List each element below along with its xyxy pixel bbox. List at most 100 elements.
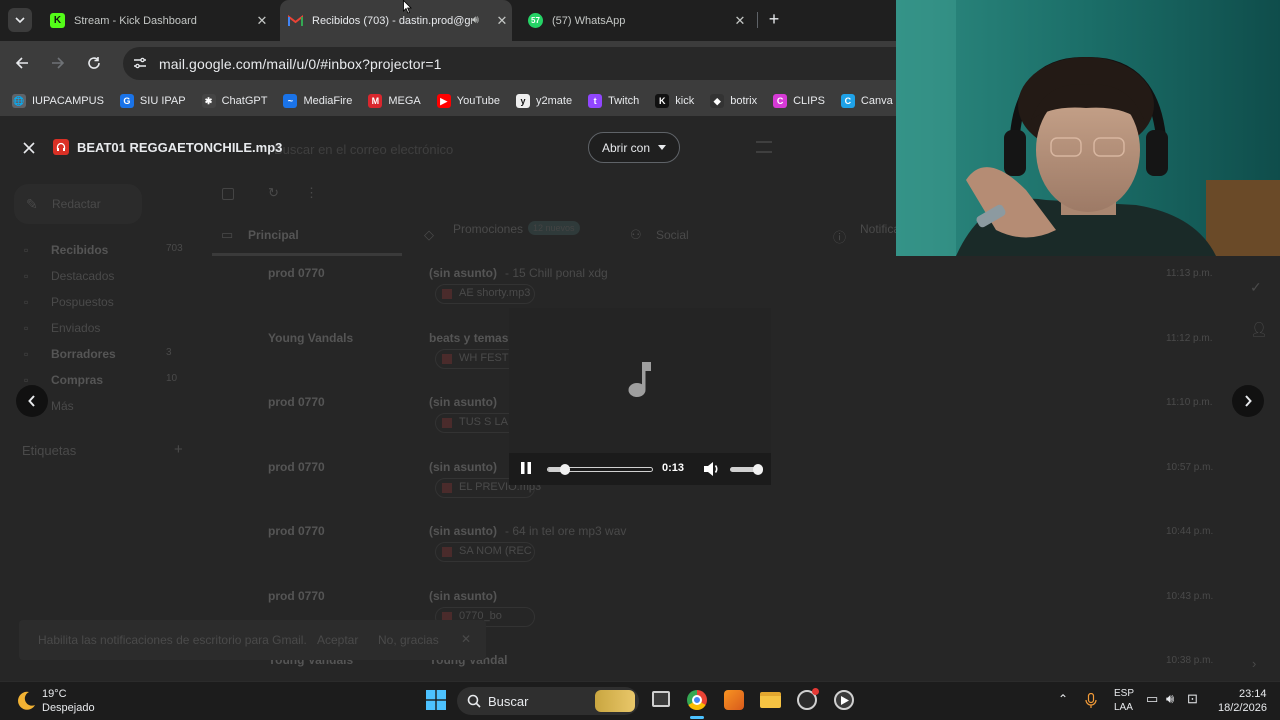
network-icon[interactable]: ▭ xyxy=(1146,691,1158,707)
tab-principal: Principal xyxy=(248,228,299,242)
sidebar-item: ▫ Recibidos 703 xyxy=(0,240,190,262)
next-file-button[interactable] xyxy=(1232,385,1264,417)
search-highlight-icon xyxy=(595,690,635,712)
forward-button[interactable] xyxy=(46,51,70,75)
bookmark-y2mate[interactable]: y y2mate xyxy=(515,94,573,108)
close-tab-icon[interactable]: ✕ xyxy=(730,13,750,29)
file-name: BEAT01 REGGAETONCHILE.mp3 xyxy=(77,140,283,155)
promo-badge: 12 nuevos xyxy=(528,221,580,235)
bookmark-siu-ipap[interactable]: G SIU IPAP xyxy=(119,94,186,108)
fl-studio-icon[interactable] xyxy=(724,690,744,710)
labels-heading: Etiquetas xyxy=(22,443,77,458)
speaker-icon[interactable]: 🔊︎ xyxy=(472,14,492,27)
volume-button[interactable] xyxy=(703,461,721,482)
attachment-icon xyxy=(442,418,452,428)
chevron-right-icon xyxy=(1245,395,1252,407)
bookmark-canva[interactable]: C Canva xyxy=(840,94,893,108)
attachment-icon xyxy=(442,547,452,557)
open-with-button[interactable]: Abrir con xyxy=(588,132,680,163)
battery-icon[interactable]: ⊡ xyxy=(1187,691,1198,707)
bookmark-label: y2mate xyxy=(535,95,573,107)
previous-file-button[interactable] xyxy=(16,385,48,417)
tab-kick-dashboard[interactable]: K Stream - Kick Dashboard ✕ xyxy=(42,6,272,35)
close-viewer-button[interactable] xyxy=(18,137,40,159)
row-subject: (sin asunto) xyxy=(429,588,497,603)
bookmark-favicon-icon: 🌐 xyxy=(12,94,26,108)
bookmark-label: SIU IPAP xyxy=(139,95,186,107)
obs-icon[interactable] xyxy=(797,688,819,710)
file-explorer-icon[interactable] xyxy=(760,692,781,708)
back-button[interactable] xyxy=(10,51,34,75)
bookmark-label: IUPACAMPUS xyxy=(32,95,104,107)
show-hidden-icons[interactable]: ⌃ xyxy=(1058,692,1068,706)
row-time: 11:12 p.m. xyxy=(1166,332,1213,344)
weather-temp[interactable]: 19°C xyxy=(42,688,67,700)
bookmark-mega[interactable]: M MEGA xyxy=(368,94,421,108)
bookmark-botrix[interactable]: ◆ botrix xyxy=(710,94,757,108)
tab-gmail-inbox[interactable]: Recibidos (703) - dastin.prod@gm 🔊︎ ✕ xyxy=(280,0,512,41)
bookmark-label: MEGA xyxy=(388,95,421,107)
player-controls: 0:13 xyxy=(509,453,771,485)
volume-track[interactable] xyxy=(730,464,763,475)
bookmark-iupacampus[interactable]: 🌐 IUPACAMPUS xyxy=(12,94,104,108)
media-player-icon[interactable] xyxy=(834,690,854,710)
bookmark-mediafire[interactable]: ~ MediaFire xyxy=(283,94,352,108)
close-tab-icon[interactable]: ✕ xyxy=(492,13,512,29)
sidebar-label: Pospuestos xyxy=(51,295,114,309)
address-bar[interactable]: mail.google.com/mail/u/0/#inbox?projecto… xyxy=(123,47,913,80)
bookmark-youtube[interactable]: ▶ YouTube xyxy=(436,94,500,108)
row-time: 11:10 p.m. xyxy=(1166,397,1213,408)
bookmark-favicon-icon: K xyxy=(655,94,670,108)
windows-logo-icon xyxy=(426,690,446,710)
add-label-icon: + xyxy=(174,441,183,458)
clock-date: 18/2/2026 xyxy=(1218,702,1267,714)
lang-top[interactable]: ESP xyxy=(1114,688,1134,699)
bookmark-label: Canva xyxy=(860,95,893,107)
close-tab-icon[interactable]: ✕ xyxy=(252,13,272,29)
bookmark-label: CLIPS xyxy=(793,95,825,107)
microphone-icon[interactable] xyxy=(1085,693,1097,709)
bookmark-twitch[interactable]: t Twitch xyxy=(588,94,639,108)
seek-handle[interactable] xyxy=(559,464,570,475)
reload-button[interactable] xyxy=(82,51,106,75)
tab-separator xyxy=(757,12,758,28)
row-sender: prod 0770 xyxy=(268,395,325,409)
attachment-name: TUS S LA xyxy=(459,416,508,428)
start-button[interactable] xyxy=(426,690,446,710)
tab-whatsapp[interactable]: 57 (57) WhatsApp ✕ xyxy=(520,6,750,35)
chrome-icon[interactable] xyxy=(687,690,707,710)
webcam-feed xyxy=(896,0,1280,256)
inbox-icon: ▭ xyxy=(221,227,234,242)
row-time: 10:43 p.m. xyxy=(1166,590,1214,602)
windows-taskbar: 19°C Despejado Buscar ⌃ ESP LAA ▭ 🔊︎ ⊡ 2… xyxy=(0,681,1280,720)
row-sender: prod 0770 xyxy=(268,266,325,280)
info-icon: ⓘ xyxy=(833,230,847,245)
bookmark-clips[interactable]: C CLIPS xyxy=(773,94,825,108)
volume-icon xyxy=(704,462,718,476)
volume-handle[interactable] xyxy=(752,464,763,475)
close-icon xyxy=(23,142,35,154)
toast-close-icon: ✕ xyxy=(461,632,472,646)
tab-principal-underline xyxy=(212,253,402,256)
seek-track[interactable] xyxy=(547,464,653,475)
more-icon: ⋮ xyxy=(305,185,318,200)
compose-button: ✎ Redactar xyxy=(14,184,142,224)
tab-search-button[interactable] xyxy=(8,8,32,32)
bookmark-kick[interactable]: Kkick xyxy=(655,94,694,108)
compose-label: Redactar xyxy=(52,197,101,211)
music-note-icon xyxy=(628,362,651,397)
sidebar-item: ▫ Borradores 3 xyxy=(0,344,190,366)
sidebar-item: ▫ Destacados xyxy=(0,266,190,288)
site-settings-icon[interactable] xyxy=(133,56,147,75)
pause-button[interactable] xyxy=(519,461,533,477)
bookmark-label: MediaFire xyxy=(303,95,353,107)
taskbar-search[interactable]: Buscar xyxy=(457,687,639,715)
clock-time[interactable]: 23:14 xyxy=(1239,688,1267,700)
new-tab-button[interactable]: + xyxy=(764,9,784,29)
sidebar-label: Destacados xyxy=(51,269,115,283)
kick-icon: K xyxy=(50,13,65,28)
task-view-icon[interactable] xyxy=(652,691,670,707)
bookmark-label: ChatGPT xyxy=(221,95,268,107)
bookmark-chatgpt[interactable]: ✱ ChatGPT xyxy=(201,94,268,108)
volume-tray-icon[interactable]: 🔊︎ xyxy=(1166,691,1174,707)
